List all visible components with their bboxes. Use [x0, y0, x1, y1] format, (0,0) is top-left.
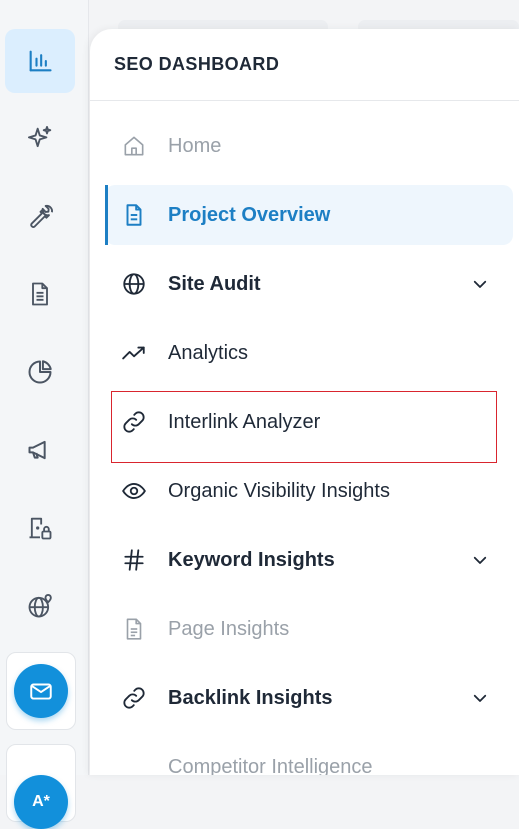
mail-button[interactable]	[14, 664, 68, 718]
home-icon	[120, 132, 148, 160]
mail-card[interactable]	[6, 652, 76, 730]
nav-item-organic-visibility[interactable]: Organic Visibility Insights	[105, 461, 513, 521]
nav-item-keyword-insights[interactable]: Keyword Insights	[105, 530, 513, 590]
pie-chart-icon	[28, 360, 52, 384]
nav-item-backlink-insights[interactable]: Backlink Insights	[105, 668, 513, 728]
nav-item-interlink-analyzer[interactable]: Interlink Analyzer	[105, 392, 513, 452]
rail-global-button[interactable]	[5, 574, 75, 638]
rail-tools-button[interactable]	[5, 184, 75, 248]
wrench-icon	[30, 204, 53, 228]
chevron-down-icon[interactable]	[471, 689, 489, 707]
chevron-down-icon[interactable]	[471, 551, 489, 569]
competitor-icon	[120, 753, 148, 775]
panel-title: SEO DASHBOARD	[90, 29, 519, 101]
globe-pin-icon	[28, 593, 52, 618]
nav-item-label: Keyword Insights	[168, 548, 335, 571]
nav-item-label: Analytics	[168, 341, 249, 364]
trending-up-icon	[120, 339, 148, 367]
sparkles-icon	[27, 125, 52, 148]
user-lock-icon	[29, 517, 52, 540]
hash-icon	[120, 546, 148, 574]
document-icon	[32, 282, 48, 306]
nav-item-label: Interlink Analyzer	[168, 410, 321, 433]
rail-campaigns-button[interactable]	[5, 418, 75, 482]
link-icon	[120, 408, 148, 436]
page-icon	[120, 615, 148, 643]
link-icon	[120, 684, 148, 712]
ai-card[interactable]: A*	[6, 744, 76, 829]
document-icon	[120, 201, 148, 229]
globe-icon	[120, 270, 148, 298]
seo-dashboard-panel: SEO DASHBOARD Home Project Overview Site…	[90, 29, 519, 775]
nav-item-label: Organic Visibility Insights	[168, 479, 390, 502]
nav-item-label: Project Overview	[168, 203, 331, 226]
rail-charts-button[interactable]	[5, 340, 75, 404]
nav-item-label: Site Audit	[168, 272, 261, 295]
rail-ai-button[interactable]	[5, 106, 75, 170]
nav-item-label: Home	[168, 134, 222, 157]
nav-item-label: Backlink Insights	[168, 686, 333, 709]
megaphone-icon	[28, 440, 46, 460]
icon-rail: A*	[0, 0, 89, 829]
nav-item-analytics[interactable]: Analytics	[105, 323, 513, 383]
rail-access-button[interactable]	[5, 496, 75, 560]
ai-assistant-button[interactable]: A*	[14, 775, 68, 829]
rail-analytics-button[interactable]	[5, 29, 75, 93]
nav-item-home[interactable]: Home	[105, 116, 513, 176]
mail-icon	[30, 683, 52, 700]
bar-chart-icon	[29, 50, 52, 72]
ai-button-label: A*	[32, 793, 50, 810]
nav-item-competitor-intelligence[interactable]: Competitor Intelligence	[105, 737, 513, 776]
chevron-down-icon[interactable]	[471, 275, 489, 293]
nav-item-page-insights[interactable]: Page Insights	[105, 599, 513, 659]
nav-item-label: Page Insights	[168, 617, 290, 640]
eye-icon	[120, 477, 148, 505]
rail-reports-button[interactable]	[5, 262, 75, 326]
nav-item-site-audit[interactable]: Site Audit	[105, 254, 513, 314]
nav-item-label: Competitor Intelligence	[168, 755, 373, 776]
nav-item-project-overview[interactable]: Project Overview	[105, 185, 513, 245]
